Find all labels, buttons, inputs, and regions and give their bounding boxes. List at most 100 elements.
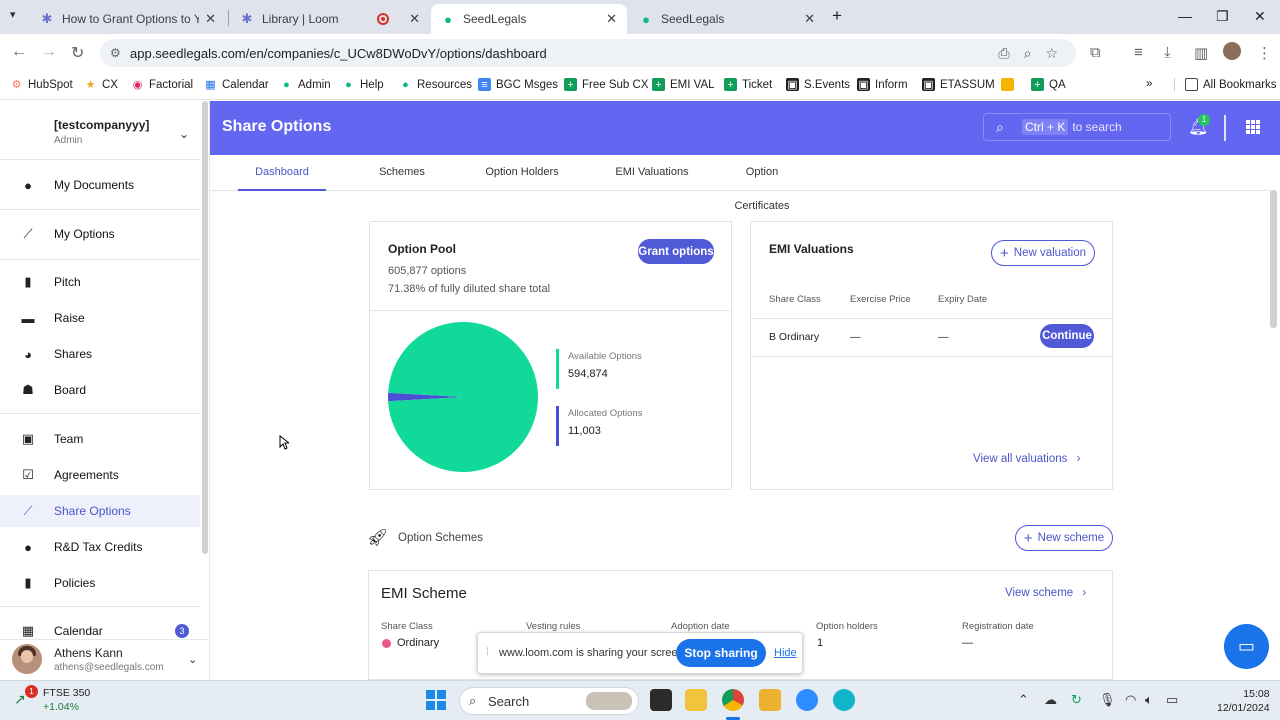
browser-tab-1[interactable]: ✱ How to Grant Options to Your T ✕ [30,4,226,34]
browser-tab-2[interactable]: ✱ Library | Loom ✕ [230,4,430,34]
close-tab-icon[interactable]: ✕ [804,11,815,27]
tab-emi-valuations[interactable]: EMI Valuations [606,155,698,191]
search-input[interactable]: ⌕ Ctrl + K to search [983,113,1171,141]
browser-tab-4[interactable]: ● SeedLegals ✕ [629,4,825,34]
onedrive-icon[interactable]: ☁ [1044,692,1057,708]
task-view-icon[interactable] [650,689,672,711]
edge-icon[interactable] [833,689,855,711]
close-tab-icon[interactable]: ✕ [606,11,617,27]
chevron-down-icon[interactable]: ⌄ [188,653,197,666]
wifi-icon[interactable]: ◠ [1125,692,1136,708]
browser-tab-3[interactable]: ● SeedLegals ✕ [431,4,627,34]
browser-menu-icon[interactable]: ⋮ [1257,44,1272,62]
new-valuation-button[interactable]: + New valuation [991,240,1095,266]
bookmark-s-events[interactable]: ▣ S.Events [786,78,850,91]
stock-ticker-widget[interactable]: FTSE 350 +1.04% [43,687,90,713]
close-tab-icon[interactable]: ✕ [409,11,420,27]
windows-start-icon[interactable] [426,690,446,710]
chevron-down-icon[interactable]: ⌄ [179,127,189,141]
microphone-icon[interactable]: 🎙︎ [1099,692,1116,708]
main-scrollbar[interactable] [1270,190,1277,328]
sidebar-item-policies[interactable]: ▮ Policies [0,567,200,599]
tab-search-chevron-icon[interactable]: ▾ [10,8,16,21]
side-panel-icon[interactable]: ▥ [1194,44,1208,62]
profile-avatar-icon[interactable] [1223,42,1241,60]
tab-dashboard[interactable]: Dashboard [238,155,326,191]
drag-handle-icon[interactable]: ⁞ [486,647,489,658]
chrome-icon[interactable] [722,689,744,711]
new-scheme-button[interactable]: + New scheme [1015,525,1113,551]
sidebar-item-board[interactable]: ☗ Board [0,374,200,406]
bookmark-free-sub-cx[interactable]: + Free Sub CX [564,78,648,91]
downloads-icon[interactable]: ⤓ [1164,44,1171,61]
taskbar-search-input[interactable]: ⌕ Search [459,687,639,715]
media-controls-icon[interactable]: ≡ [1134,44,1143,61]
reload-icon[interactable]: ↻ [71,43,84,63]
close-tab-icon[interactable]: ✕ [205,11,216,27]
column-header-adoption-date: Adoption date [671,621,730,632]
close-window-icon[interactable]: ✕ [1254,8,1266,25]
zoom-icon[interactable] [796,689,818,711]
bookmark-admin[interactable]: ● Admin [280,78,330,91]
stop-sharing-button[interactable]: Stop sharing [676,639,766,667]
back-icon[interactable]: ← [11,43,27,61]
show-hidden-icons-icon[interactable]: ⌃ [1018,692,1029,708]
sidebar-item-agreements[interactable]: ☑ Agreements [0,459,200,491]
sidebar-item-shares[interactable]: ◕ Shares [0,338,200,370]
battery-icon[interactable]: ▭ [1166,692,1178,708]
new-tab-icon[interactable]: + [832,6,842,26]
sidebar-item-my-options[interactable]: ⟋ My Options [0,218,200,250]
all-bookmarks[interactable]: All Bookmarks [1174,78,1277,91]
system-clock[interactable]: 15:08 12/01/2024 [1217,687,1270,715]
chat-icon[interactable]: ▭ [1224,624,1269,669]
slack-icon[interactable] [759,689,781,711]
plus-icon: + [1023,529,1033,547]
slides-icon [1001,78,1014,91]
view-scheme-link[interactable]: View scheme › [1005,587,1086,599]
file-explorer-icon[interactable] [685,689,707,711]
tab-schemes[interactable]: Schemes [372,155,432,191]
bookmark-qa[interactable]: + QA [1031,78,1066,91]
hide-link[interactable]: Hide [774,647,797,659]
bookmark-help[interactable]: ● Help [342,78,383,91]
bookmark-slides[interactable] [1001,78,1019,91]
bookmark-etassum[interactable]: ▣ ETASSUM [922,78,995,91]
minimize-icon[interactable]: — [1178,8,1192,24]
user-menu[interactable]: Athens Kann athens@seedlegals.com ⌄ [0,639,208,680]
view-all-valuations-link[interactable]: View all valuations › [973,453,1080,465]
bookmark-calendar[interactable]: ▦ Calendar [204,78,268,92]
zoom-icon[interactable]: ⌕ [1024,45,1032,62]
tab-option-holders[interactable]: Option Holders [480,155,564,191]
address-bar[interactable]: ⚙ app.seedlegals.com/en/companies/c_UCw8… [100,39,1076,67]
sidebar-item-pitch[interactable]: ▮ Pitch [0,266,200,298]
sidebar-item-raise[interactable]: ▬ Raise [0,302,200,334]
bookmark-bgc-msges[interactable]: ≡ BGC Msges [478,78,558,91]
grant-options-button[interactable]: Grant options [638,239,714,264]
bookmark-ticket[interactable]: + Ticket [724,78,772,91]
bookmark-inform[interactable]: ▣ Inform [857,78,908,91]
tab-option-certificates[interactable]: Option Certificates [718,155,806,212]
maximize-icon[interactable]: ❐ [1216,8,1229,25]
sidebar-item-team[interactable]: ▣ Team [0,423,200,455]
sidebar-item-share-options[interactable]: ⟋ Share Options [0,495,200,527]
forward-icon[interactable]: → [41,43,57,61]
site-info-icon[interactable]: ⚙ [110,46,121,60]
bookmark-cx[interactable]: ★ CX [84,78,118,92]
view-all-valuations-label: View all valuations [973,453,1068,465]
bookmark-star-icon[interactable]: ☆ [1045,45,1058,62]
company-switcher[interactable]: [testcompanyyy] Admin [54,118,149,146]
continue-button[interactable]: Continue [1040,324,1094,348]
extensions-icon[interactable]: ⧉ [1090,44,1101,61]
install-app-icon[interactable]: ⎙ [998,45,1009,62]
more-bookmarks-icon[interactable]: » [1146,78,1152,90]
bookmark-hubspot[interactable]: ⚙ HubSpot [10,78,73,92]
sidebar-item-my-documents[interactable]: ● My Documents [0,169,200,201]
apps-grid-icon[interactable] [1246,120,1260,134]
sync-icon[interactable]: ↻ [1071,692,1082,708]
sidebar-scrollbar[interactable] [202,101,208,554]
sidebar-item-rd-tax-credits[interactable]: ● R&D Tax Credits [0,531,200,563]
bookmark-resources[interactable]: ● Resources [399,78,472,91]
bookmark-emi-val[interactable]: + EMI VAL [652,78,715,91]
speaker-icon[interactable]: 🔈︎ [1145,692,1153,708]
bookmark-factorial[interactable]: ◉ Factorial [131,78,193,92]
